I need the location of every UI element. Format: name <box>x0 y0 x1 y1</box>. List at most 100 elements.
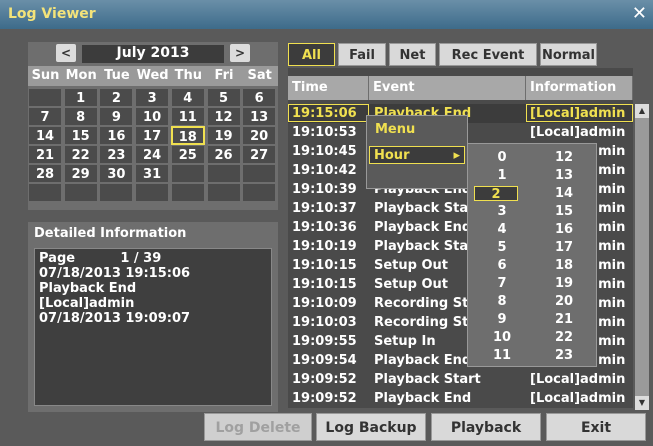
detail-line: 07/18/2013 19:15:06 <box>39 266 191 281</box>
hour-option[interactable]: 0 <box>472 150 532 165</box>
log-cell-time: 19:09:52 <box>292 372 357 387</box>
calendar-day[interactable]: 20 <box>242 126 277 145</box>
menu-item-hour-label: Hour <box>374 148 410 163</box>
menu-title: Menu <box>375 122 416 137</box>
calendar-day[interactable]: 29 <box>63 164 98 183</box>
hour-option[interactable]: 10 <box>472 330 532 345</box>
tab-all[interactable]: All <box>288 43 335 66</box>
exit-button[interactable]: Exit <box>546 413 646 441</box>
calendar-day[interactable]: 21 <box>28 145 62 164</box>
month-label: July 2013 <box>82 45 224 63</box>
log-cell-time: 19:10:15 <box>292 258 357 273</box>
log-cell-time: 19:10:03 <box>292 315 357 330</box>
log-cell-time: 19:10:15 <box>292 277 357 292</box>
calendar-day[interactable]: 15 <box>63 126 98 145</box>
log-cell-time: 19:09:54 <box>292 353 357 368</box>
hour-option[interactable]: 9 <box>472 312 532 327</box>
calendar-day[interactable]: 14 <box>28 126 62 145</box>
window-title: Log Viewer <box>8 6 96 22</box>
calendar-day[interactable]: 23 <box>99 145 134 164</box>
hour-option[interactable]: 22 <box>534 330 594 345</box>
hour-option[interactable]: 21 <box>534 312 594 327</box>
detail-header: Detailed Information <box>34 226 187 241</box>
hour-option[interactable]: 15 <box>534 204 594 219</box>
log-scrollbar[interactable]: ▲ ▼ <box>635 104 649 410</box>
calendar-day[interactable]: 4 <box>170 88 205 107</box>
calendar-day[interactable]: 25 <box>170 145 205 164</box>
tab-rec-event[interactable]: Rec Event <box>439 43 537 66</box>
hour-option[interactable]: 23 <box>534 348 594 363</box>
hour-option[interactable]: 18 <box>534 258 594 273</box>
hour-option[interactable]: 4 <box>472 222 532 237</box>
scroll-down-icon[interactable]: ▼ <box>635 396 649 410</box>
calendar-day[interactable]: 2 <box>99 88 134 107</box>
calendar-day[interactable]: 3 <box>135 88 170 107</box>
tab-fail[interactable]: Fail <box>338 43 386 66</box>
hour-option[interactable]: 17 <box>534 240 594 255</box>
col-header-time[interactable]: Time <box>288 76 369 100</box>
hour-option[interactable]: 13 <box>534 168 594 183</box>
log-cell-information: [Local]admin <box>530 391 626 406</box>
calendar-day[interactable]: 1 <box>63 88 98 107</box>
hour-option[interactable]: 20 <box>534 294 594 309</box>
log-cell-time: 19:09:55 <box>292 334 357 349</box>
hour-option[interactable]: 7 <box>472 276 532 291</box>
detail-line: [Local]admin <box>39 296 135 311</box>
calendar-day[interactable]: 19 <box>206 126 241 145</box>
prev-month-button[interactable]: < <box>56 44 76 62</box>
calendar-empty-cell <box>28 88 62 107</box>
hour-option[interactable]: 1 <box>472 168 532 183</box>
hour-option[interactable]: 11 <box>472 348 532 363</box>
calendar-day[interactable]: 5 <box>206 88 241 107</box>
table-row[interactable]: 19:09:52 Playback Start [Local]admin <box>288 370 633 389</box>
log-cell-time: 19:10:09 <box>292 296 357 311</box>
log-delete-button[interactable]: Log Delete <box>204 413 312 441</box>
hour-option[interactable]: 2 <box>474 186 518 202</box>
hour-option[interactable]: 5 <box>472 240 532 255</box>
calendar-day[interactable]: 24 <box>135 145 170 164</box>
col-header-event[interactable]: Event <box>369 76 526 100</box>
hour-option[interactable]: 16 <box>534 222 594 237</box>
calendar-day[interactable]: 27 <box>242 145 277 164</box>
hour-option[interactable]: 3 <box>472 204 532 219</box>
calendar-day[interactable]: 9 <box>99 107 134 126</box>
log-cell-time: 19:10:53 <box>292 125 357 140</box>
calendar-day[interactable]: 8 <box>63 107 98 126</box>
calendar-day[interactable]: 6 <box>242 88 277 107</box>
calendar-day[interactable]: 28 <box>28 164 62 183</box>
calendar-day[interactable]: 13 <box>242 107 277 126</box>
calendar-day[interactable]: 17 <box>135 126 170 145</box>
calendar-day[interactable]: 11 <box>170 107 205 126</box>
tab-normal[interactable]: Normal <box>540 43 597 66</box>
hour-option[interactable]: 8 <box>472 294 532 309</box>
hour-option[interactable]: 6 <box>472 258 532 273</box>
calendar-day[interactable]: 12 <box>206 107 241 126</box>
log-cell-time: 19:10:42 <box>292 163 357 178</box>
day-of-week-label: Sun <box>31 68 60 83</box>
calendar-day[interactable]: 7 <box>28 107 62 126</box>
calendar-empty-cell <box>170 183 205 202</box>
log-backup-button[interactable]: Log Backup <box>316 413 426 441</box>
day-of-week-label: Mon <box>65 68 97 83</box>
next-month-button[interactable]: > <box>230 44 250 62</box>
calendar-day[interactable]: 16 <box>99 126 134 145</box>
hour-option[interactable]: 12 <box>534 150 594 165</box>
log-cell-time: 19:10:39 <box>292 182 357 197</box>
calendar-day[interactable]: 18 <box>170 126 205 145</box>
hour-option[interactable]: 14 <box>534 186 594 201</box>
playback-button[interactable]: Playback <box>431 413 541 441</box>
calendar-day[interactable]: 31 <box>135 164 170 183</box>
tab-net[interactable]: Net <box>389 43 436 66</box>
close-icon[interactable]: ✕ <box>632 3 647 24</box>
calendar-day[interactable]: 10 <box>135 107 170 126</box>
calendar-day[interactable]: 22 <box>63 145 98 164</box>
col-header-information[interactable]: Information <box>526 76 633 100</box>
table-row[interactable]: 19:09:52 Playback End [Local]admin <box>288 389 633 408</box>
menu-item-hour[interactable]: Hour ▸ <box>369 146 465 164</box>
calendar-day[interactable]: 26 <box>206 145 241 164</box>
detail-line: 07/18/2013 19:09:07 <box>39 311 191 326</box>
hour-option[interactable]: 19 <box>534 276 594 291</box>
calendar-day[interactable]: 30 <box>99 164 134 183</box>
log-cell-event: Playback Start <box>374 372 481 387</box>
scroll-up-icon[interactable]: ▲ <box>635 104 649 118</box>
